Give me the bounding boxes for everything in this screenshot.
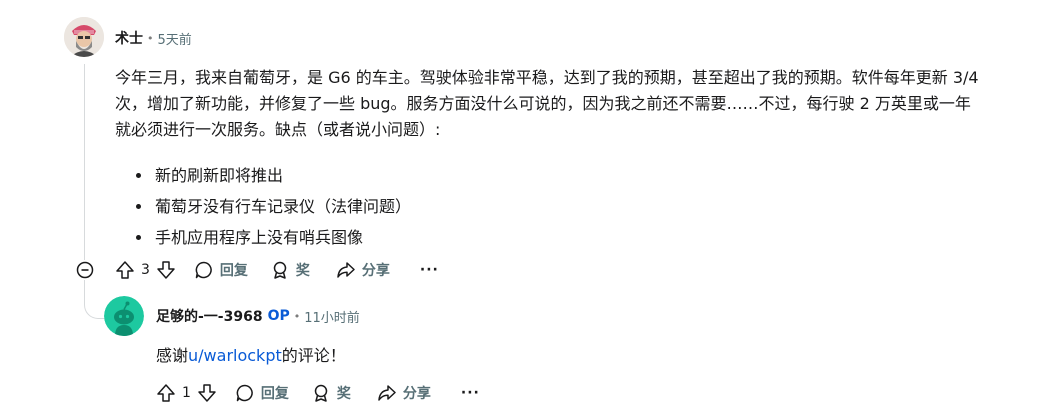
- reply-username[interactable]: 足够的-一-3968: [156, 306, 263, 326]
- comment-bubble-icon: [235, 383, 255, 403]
- award-icon: [270, 260, 290, 280]
- list-item: 新的刷新即将推出: [135, 160, 411, 191]
- downvote-icon[interactable]: [156, 260, 176, 280]
- meta-separator: •: [147, 31, 154, 45]
- timestamp[interactable]: 5天前: [158, 29, 192, 48]
- list-item: 手机应用程序上没有哨兵图像: [135, 222, 411, 253]
- more-options-button[interactable]: ···: [420, 262, 439, 278]
- reply-body: 感谢u/warlockpt的评论！: [156, 344, 346, 368]
- user-avatar[interactable]: [64, 17, 104, 57]
- reply-button[interactable]: 回复: [235, 383, 289, 403]
- share-label: 分享: [361, 263, 390, 279]
- award-label: 奖: [295, 263, 310, 279]
- share-arrow-icon: [336, 260, 356, 280]
- share-label: 分享: [402, 386, 431, 402]
- reply-action-bar: 1 回复 奖 分享 ···: [156, 383, 480, 403]
- comment-action-bar: 3 回复 奖 分享 ···: [115, 260, 439, 280]
- comment-meta: 术士 • 5天前: [115, 28, 192, 48]
- reply-label: 回复: [219, 263, 248, 279]
- comment-body: 今年三月，我来自葡萄牙，是 G6 的车主。驾驶体验非常平稳，达到了我的预期，甚至…: [115, 68, 979, 139]
- meta-separator: •: [293, 309, 301, 323]
- share-button[interactable]: 分享: [377, 383, 431, 403]
- downvote-icon[interactable]: [197, 383, 217, 403]
- op-badge: OP: [267, 308, 290, 324]
- collapse-icon: [76, 261, 94, 279]
- user-mention-link[interactable]: u/warlockpt: [188, 346, 282, 365]
- reply-button[interactable]: 回复: [194, 260, 248, 280]
- reply-user-avatar[interactable]: [104, 296, 144, 336]
- comment-bubble-icon: [194, 260, 214, 280]
- collapse-button[interactable]: [75, 260, 95, 280]
- reply-meta: 足够的-一-3968 OP • 11小时前: [156, 306, 360, 326]
- more-options-button[interactable]: ···: [461, 385, 480, 401]
- share-button[interactable]: 分享: [336, 260, 390, 280]
- comment-bullet-list: 新的刷新即将推出 葡萄牙没有行车记录仪（法律问题） 手机应用程序上没有哨兵图像: [115, 160, 411, 253]
- award-button[interactable]: 奖: [311, 383, 351, 403]
- share-arrow-icon: [377, 383, 397, 403]
- reply-text-suffix: 的评论！: [281, 346, 346, 365]
- reply-label: 回复: [260, 386, 289, 402]
- username[interactable]: 术士: [115, 28, 143, 48]
- upvote-icon[interactable]: [156, 383, 176, 403]
- upvote-icon[interactable]: [115, 260, 135, 280]
- reply-text-prefix: 感谢: [156, 346, 189, 365]
- award-label: 奖: [336, 386, 351, 402]
- vote-count: 3: [141, 262, 150, 278]
- reply-timestamp[interactable]: 11小时前: [304, 307, 360, 326]
- thread-line[interactable]: [84, 64, 85, 262]
- list-item: 葡萄牙没有行车记录仪（法律问题）: [135, 191, 411, 222]
- reply-connector: [84, 280, 105, 319]
- award-button[interactable]: 奖: [270, 260, 310, 280]
- vote-count: 1: [182, 385, 191, 401]
- award-icon: [311, 383, 331, 403]
